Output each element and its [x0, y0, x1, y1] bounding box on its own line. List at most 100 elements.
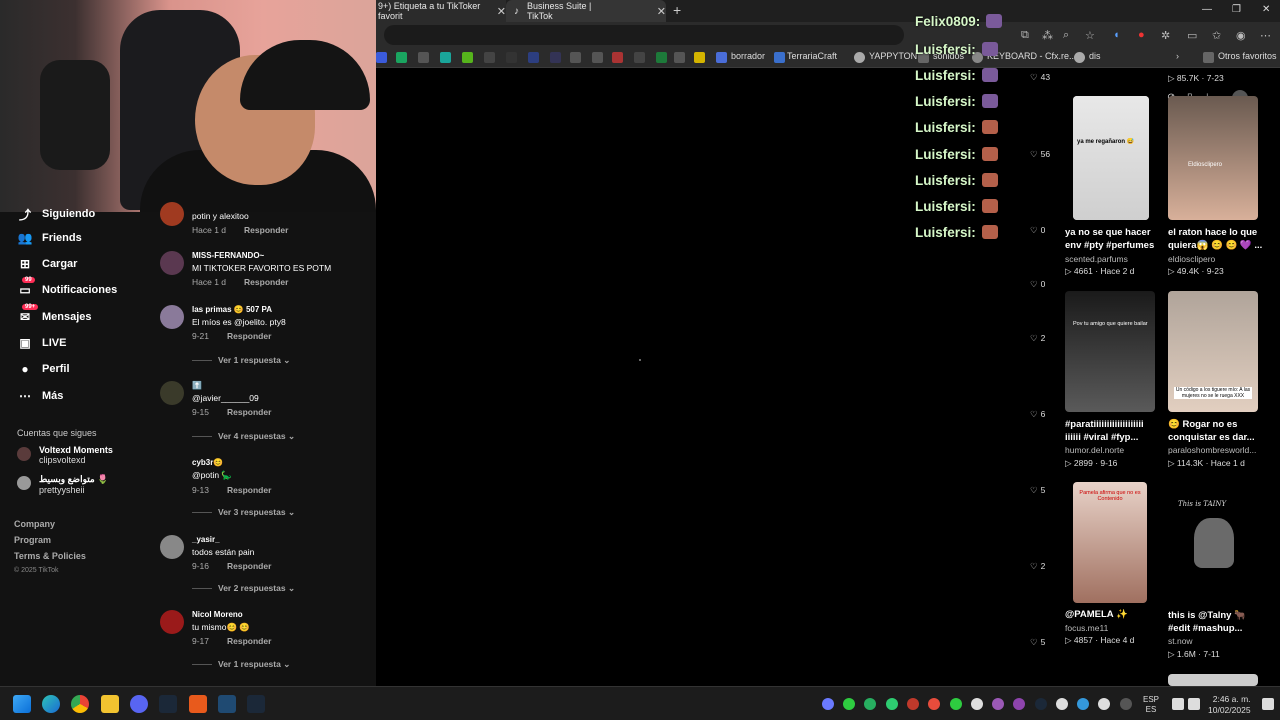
video-thumbnail[interactable]: Un código a los tiguere mío: A las mujer…	[1168, 291, 1258, 412]
tray-icon[interactable]	[992, 698, 1004, 710]
close-window-icon[interactable]: ✕	[1262, 4, 1270, 15]
minimize-icon[interactable]: —	[1202, 4, 1212, 15]
maximize-icon[interactable]: ❐	[1232, 4, 1241, 15]
steam-icon[interactable]	[247, 695, 265, 713]
reply-button[interactable]: Responder	[227, 485, 271, 495]
footer-link-program[interactable]: Program	[14, 535, 51, 545]
extension-icon[interactable]: ⧉	[1021, 29, 1029, 42]
video-title[interactable]: el raton hace lo que quiera😱 😊 😊 💜 ...	[1168, 226, 1264, 252]
folder-icon[interactable]	[592, 52, 603, 63]
video-title[interactable]: 😊 Rogar no es conquistar es dar...	[1168, 418, 1264, 444]
like-count[interactable]: ♡ 0	[1030, 279, 1045, 290]
translate-icon[interactable]: ⁂	[1042, 29, 1053, 42]
bookmark-icon[interactable]	[774, 52, 785, 63]
video-thumbnail[interactable]	[1168, 674, 1258, 686]
like-count[interactable]: ♡ 43	[1030, 72, 1050, 83]
video-author[interactable]: eldiosclipero	[1168, 254, 1215, 264]
star-icon[interactable]: ☆	[1085, 29, 1095, 42]
like-count[interactable]: ♡ 2	[1030, 561, 1045, 572]
footer-link-terms[interactable]: Terms & Policies	[14, 551, 86, 561]
system-clock[interactable]: 2:46 a. m. 10/02/2025	[1208, 694, 1251, 716]
bookmark-icon[interactable]	[570, 52, 581, 63]
tray-icon[interactable]	[928, 698, 940, 710]
tray-icon[interactable]	[971, 698, 983, 710]
close-icon[interactable]: ✕	[497, 5, 506, 18]
bookmark-icon[interactable]	[396, 52, 407, 63]
chrome-icon[interactable]	[71, 695, 89, 713]
excel-icon[interactable]	[656, 52, 667, 63]
like-count[interactable]: ♡ 5	[1030, 637, 1045, 648]
chevron-right-icon[interactable]: ›	[1176, 51, 1179, 61]
video-title[interactable]: @PAMELA ✨	[1065, 609, 1161, 620]
reply-button[interactable]: Responder	[227, 407, 271, 417]
bookmark-icon[interactable]	[550, 52, 561, 63]
bookmark-icon[interactable]	[440, 52, 451, 63]
avatar[interactable]: ◉	[1236, 29, 1246, 42]
close-icon[interactable]: ✕	[657, 5, 666, 18]
like-count[interactable]: ♡ 6	[1030, 409, 1045, 420]
comment-user[interactable]: cyb3r😊	[192, 458, 223, 467]
bookmark-icon[interactable]	[528, 52, 539, 63]
video-thumbnail[interactable]: ya me regañaron 😅	[1073, 96, 1149, 220]
notifications-icon[interactable]	[1262, 698, 1274, 710]
tray-icon[interactable]	[907, 698, 919, 710]
view-replies-button[interactable]: Ver 3 respuestas ⌄	[192, 507, 295, 518]
view-replies-button[interactable]: Ver 4 respuestas ⌄	[192, 431, 295, 442]
reply-button[interactable]: Responder	[227, 636, 271, 646]
discord-icon[interactable]	[130, 695, 148, 713]
bookmark-icon[interactable]	[506, 52, 517, 63]
language-indicator[interactable]: ESP ES	[1143, 695, 1159, 715]
sidebar-item-messages[interactable]: ✉ 99+ Mensajes	[16, 304, 92, 326]
split-icon[interactable]: ▭	[1187, 29, 1197, 42]
folder-icon[interactable]	[1203, 52, 1214, 63]
puzzle-icon[interactable]: ✲	[1161, 29, 1170, 42]
avatar[interactable]	[160, 535, 184, 559]
bookmark-icon[interactable]	[634, 52, 645, 63]
edge-icon[interactable]	[42, 695, 60, 713]
comment-user[interactable]: las primas 😊 507 PA	[192, 305, 272, 314]
reply-button[interactable]: Responder	[227, 331, 271, 341]
video-author[interactable]: scented.parfums	[1065, 254, 1128, 264]
tray-icon[interactable]	[950, 698, 962, 710]
avatar[interactable]	[160, 202, 184, 226]
sidebar-item-upload[interactable]: ⊞ Cargar	[16, 255, 78, 273]
url-input[interactable]	[384, 25, 904, 45]
tray-icon[interactable]	[822, 698, 834, 710]
avatar[interactable]	[160, 305, 184, 329]
app-icon[interactable]	[189, 695, 207, 713]
tray-icon[interactable]	[886, 698, 898, 710]
bookmark-borrador[interactable]: borrador	[731, 51, 765, 61]
comment-user[interactable]: MISS-FERNANDO~	[192, 251, 264, 260]
like-count[interactable]: ♡ 5	[1030, 485, 1045, 496]
avatar[interactable]	[160, 610, 184, 634]
vscode-icon[interactable]	[218, 695, 236, 713]
comment-user[interactable]: _yasir_	[192, 535, 220, 544]
bookmark-dis[interactable]: dis	[1089, 51, 1101, 61]
like-count[interactable]: ♡ 2	[1030, 333, 1045, 344]
steam-icon[interactable]	[1035, 698, 1047, 710]
bookmark-icon[interactable]	[484, 52, 495, 63]
like-count[interactable]: ♡ 56	[1030, 149, 1050, 160]
bookmark-icon[interactable]	[694, 52, 705, 63]
video-author[interactable]: focus.me11	[1065, 623, 1108, 633]
comment-user[interactable]: ⬆️	[192, 381, 202, 390]
view-replies-button[interactable]: Ver 2 respuestas ⌄	[192, 583, 295, 594]
avatar[interactable]	[160, 381, 184, 405]
sidebar-item-friends[interactable]: 👥 Friends	[16, 229, 82, 247]
bookmark-icon[interactable]	[1074, 52, 1085, 63]
extension-icon[interactable]: ◖	[1113, 29, 1120, 41]
sidebar-item-following[interactable]: ⤴ Siguiendo	[16, 205, 95, 223]
reply-button[interactable]: Responder	[244, 225, 288, 235]
video-title[interactable]: #paratiiiiiiiiiiiiiiiiiii iiiiii #viral …	[1065, 418, 1161, 444]
video-thumbnail[interactable]: This is TAINY	[1168, 482, 1258, 603]
comment-user[interactable]: Nicol Moreno	[192, 610, 243, 619]
tray-icon[interactable]	[843, 698, 855, 710]
video-thumbnail[interactable]: Pov tu amigo que quiere bailar	[1065, 291, 1155, 412]
wifi-icon[interactable]	[1172, 698, 1184, 710]
bookmark-icon[interactable]	[462, 52, 473, 63]
tray-icon[interactable]	[1056, 698, 1068, 710]
bookmark-yappyton[interactable]: YAPPYTON	[869, 51, 917, 61]
bluetooth-icon[interactable]	[1077, 698, 1089, 710]
view-replies-button[interactable]: Ver 1 respuesta ⌄	[192, 659, 290, 670]
reply-button[interactable]: Responder	[227, 561, 271, 571]
